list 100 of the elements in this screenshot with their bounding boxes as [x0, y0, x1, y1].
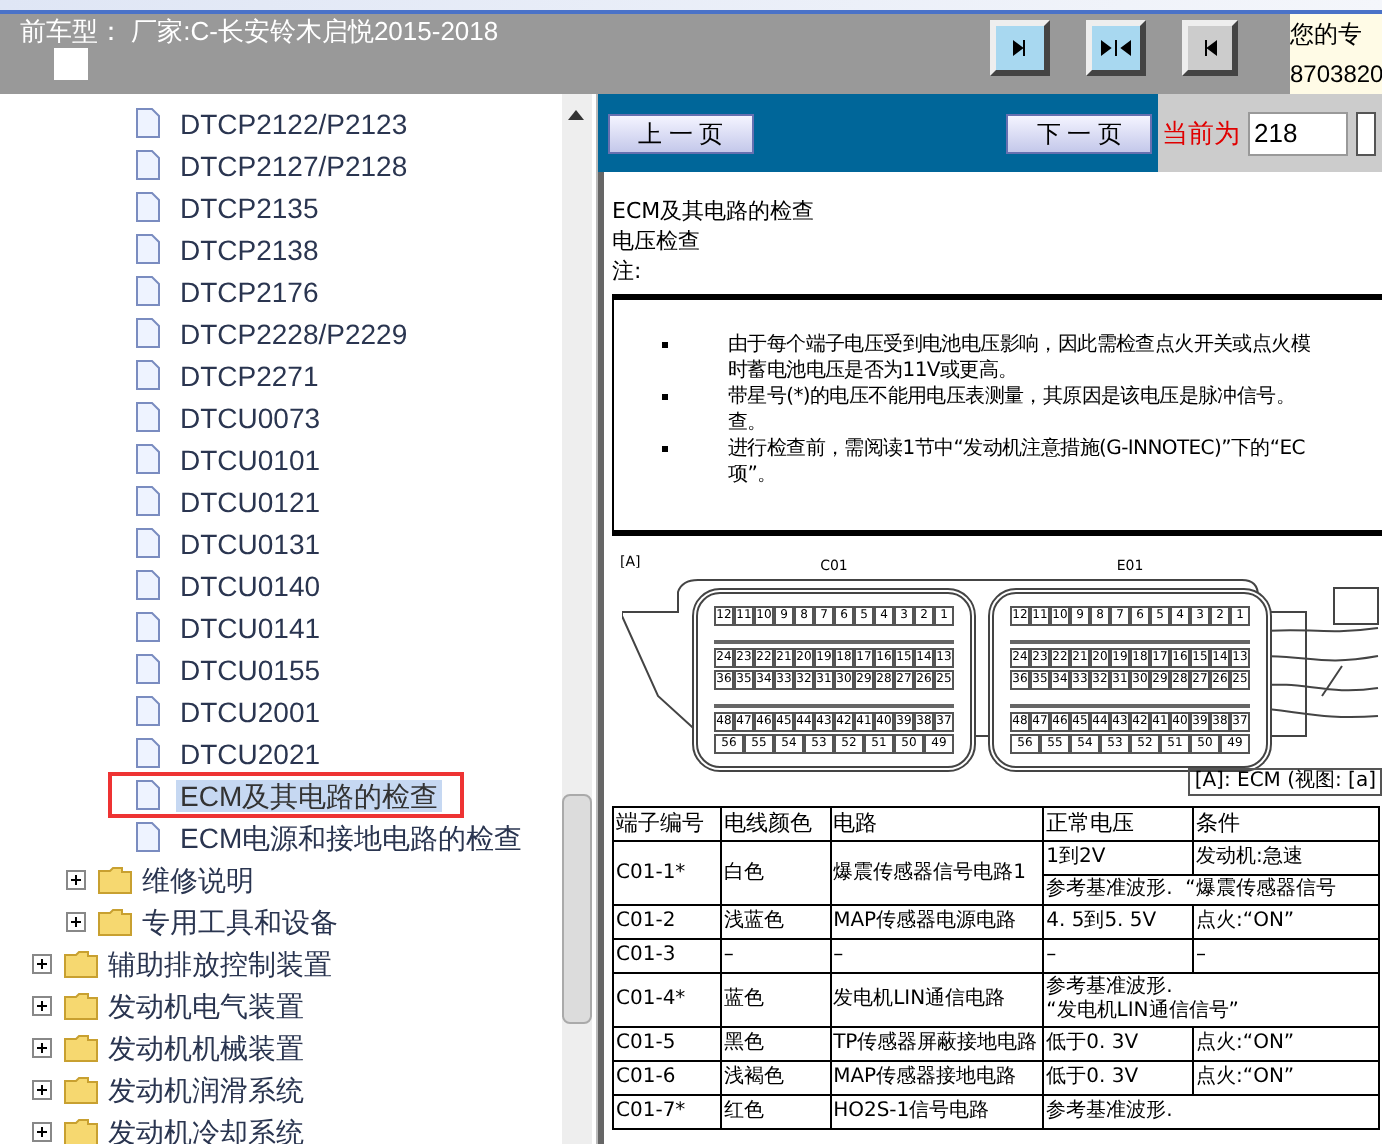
- expand-toggle-icon[interactable]: [66, 911, 86, 931]
- tree-item[interactable]: DTCP2127/P2128: [176, 149, 412, 181]
- tree-item[interactable]: 维修说明: [138, 863, 258, 895]
- expand-toggle-icon[interactable]: [32, 1037, 52, 1057]
- tree-item[interactable]: DTCU0140: [176, 569, 325, 601]
- tree-item[interactable]: 发动机润滑系统: [104, 1073, 308, 1105]
- table-cell: –: [1043, 939, 1194, 973]
- folder-icon: [64, 949, 98, 977]
- tree-item[interactable]: DTCP2176: [176, 275, 323, 307]
- tree-item[interactable]: DTCP2228/P2229: [176, 317, 412, 349]
- dock-left-button[interactable]: [1182, 20, 1238, 76]
- table-cell: –: [720, 939, 831, 973]
- tree-item[interactable]: DTCP2135: [176, 191, 323, 223]
- document-icon: [136, 444, 160, 474]
- folder-icon: [64, 991, 98, 1019]
- table-cell: HO2S-1信号电路: [830, 1095, 1044, 1129]
- document-icon: [136, 108, 160, 138]
- document-heading: ECM及其电路的检查: [612, 196, 817, 226]
- table-cell: C01-4*: [613, 973, 721, 1027]
- folder-icon: [64, 1075, 98, 1103]
- current-page-label: 当前为: [1162, 115, 1240, 152]
- expand-toggle-icon[interactable]: [32, 1121, 52, 1141]
- folder-icon: [98, 907, 132, 935]
- tree-item[interactable]: DTCU0155: [176, 653, 325, 685]
- document-icon: [136, 654, 160, 684]
- tree-item[interactable]: 专用工具和设备: [138, 905, 342, 937]
- tree-item[interactable]: DTCU2021: [176, 737, 325, 769]
- bullet-icon: [662, 342, 668, 348]
- info-text: 8703820: [1290, 60, 1382, 88]
- column-header: 正常电压: [1043, 807, 1194, 841]
- tree-item[interactable]: DTCU0131: [176, 527, 325, 559]
- info-text: 您的专: [1290, 20, 1364, 48]
- page-number-field[interactable]: 218: [1248, 111, 1348, 155]
- figure-caption: [A]: ECM (视图: [a]: [1188, 768, 1382, 796]
- tree-item[interactable]: DTCU2001: [176, 695, 325, 727]
- column-header: 电路: [830, 807, 1044, 841]
- scroll-up-icon: [568, 110, 584, 120]
- table-cell: 浅褐色: [720, 1061, 831, 1095]
- table-cell: C01-1*: [613, 841, 721, 905]
- table-cell: C01-2: [613, 905, 721, 939]
- table-cell: 蓝色: [720, 973, 831, 1027]
- expand-toggle-icon[interactable]: [32, 995, 52, 1015]
- next-page-button[interactable]: 下 一 页: [1006, 113, 1152, 153]
- split-button[interactable]: [1086, 20, 1146, 76]
- folder-icon: [64, 1033, 98, 1061]
- document-icon: [136, 486, 160, 516]
- document-icon: [136, 150, 160, 180]
- document-icon: [136, 780, 160, 810]
- note-text: 由于每个端子电压受到电池电压影响，因此需检查点火开关或点火模: [728, 332, 1311, 358]
- note-text: 带星号(*)的电压不能用电压表测量，其原因是该电压是脉冲信号。: [728, 384, 1296, 410]
- table-cell: 黑色: [720, 1027, 831, 1061]
- expand-toggle-icon[interactable]: [66, 869, 86, 889]
- table-cell: MAP传感器电源电路: [830, 905, 1044, 939]
- document-icon: [136, 276, 160, 306]
- table-cell: 点火:“ON”: [1193, 905, 1379, 939]
- column-header: 电线颜色: [720, 807, 831, 841]
- tree-item[interactable]: ECM及其电路的检查: [176, 779, 443, 811]
- document-heading: 电压检查: [612, 226, 702, 256]
- tree-item[interactable]: 辅助排放控制装置: [104, 947, 336, 979]
- column-header: 条件: [1193, 807, 1379, 841]
- expand-toggle-icon[interactable]: [32, 1079, 52, 1099]
- tree-item[interactable]: 发动机机械装置: [104, 1031, 308, 1063]
- scrollbar[interactable]: [562, 94, 592, 1144]
- square-placeholder: [54, 48, 88, 80]
- expand-toggle-icon[interactable]: [32, 953, 52, 973]
- table-cell: 红色: [720, 1095, 831, 1129]
- go-button[interactable]: [1356, 111, 1376, 155]
- scrollbar-thumb[interactable]: [562, 794, 592, 1024]
- document-icon: [136, 570, 160, 600]
- tree-item[interactable]: DTCU0121: [176, 485, 325, 517]
- note-text: 进行检查前，需阅读1节中“发动机注意措施(G-INNOTEC)”下的“EC: [728, 436, 1305, 462]
- document-icon: [136, 738, 160, 768]
- document-icon: [136, 318, 160, 348]
- table-cell: 白色: [720, 841, 831, 905]
- folder-icon: [64, 1117, 98, 1144]
- folder-icon: [98, 865, 132, 893]
- document-icon: [136, 234, 160, 264]
- tree-item[interactable]: DTCU0141: [176, 611, 325, 643]
- table-cell: 参考基准波形. “爆震传感器信号: [1043, 875, 1379, 905]
- tree-item[interactable]: DTCP2271: [176, 359, 323, 391]
- dock-right-button[interactable]: [990, 20, 1050, 76]
- table-cell: MAP传感器接地电路: [830, 1061, 1044, 1095]
- tree-item[interactable]: ECM电源和接地电路的检查: [176, 821, 527, 853]
- table-cell: C01-3: [613, 939, 721, 973]
- previous-page-button[interactable]: 上 一 页: [608, 113, 754, 153]
- tree-item[interactable]: 发动机电气装置: [104, 989, 308, 1021]
- table-cell: 爆震传感器信号电路1: [830, 841, 1044, 905]
- document-icon: [136, 402, 160, 432]
- table-cell: C01-7*: [613, 1095, 721, 1129]
- arrows-inward-icon: [1100, 38, 1132, 58]
- tree-item[interactable]: DTCP2122/P2123: [176, 107, 412, 139]
- tree-item[interactable]: DTCP2138: [176, 233, 323, 265]
- tree-item[interactable]: DTCU0101: [176, 443, 325, 475]
- note-text: 时蓄电池电压是否为11V或更高。: [728, 358, 1020, 384]
- tree-item[interactable]: DTCU0073: [176, 401, 325, 433]
- table-cell: TP传感器屏蔽接地电路: [830, 1027, 1044, 1061]
- table-cell: 低于0. 3V: [1043, 1027, 1194, 1061]
- arrow-left-icon: [1200, 38, 1220, 58]
- document-heading: 注:: [612, 256, 644, 286]
- table-cell: –: [1193, 939, 1379, 973]
